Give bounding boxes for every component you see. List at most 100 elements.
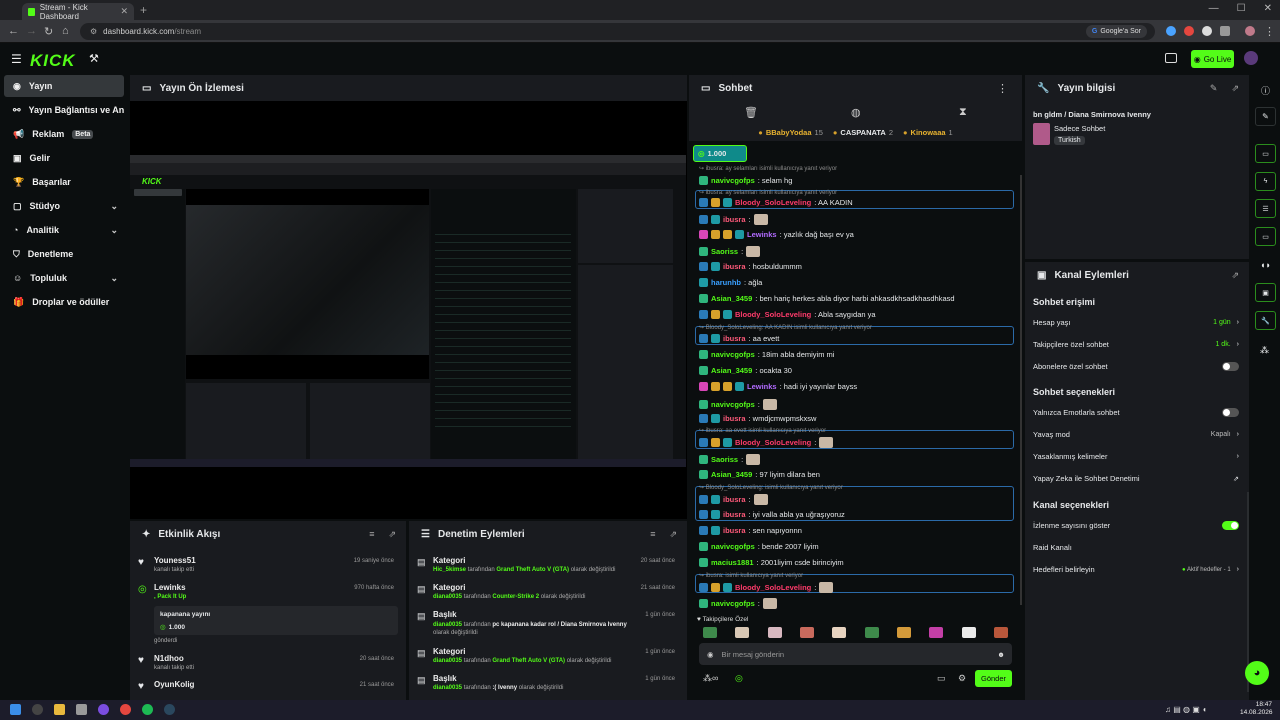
- chat-widget-button[interactable]: ▭: [1255, 227, 1276, 246]
- moderator-name[interactable]: Hic_5kimse: [433, 567, 466, 573]
- emote-tab[interactable]: ♥ Takipçilere Özel: [697, 616, 748, 623]
- chat-username[interactable]: Asian_3459: [711, 294, 752, 303]
- viewer-count-toggle[interactable]: [1222, 521, 1239, 530]
- settings-icon[interactable]: ⚙: [958, 673, 966, 684]
- moderator-name[interactable]: diana0035: [433, 658, 462, 664]
- emote-icon[interactable]: [929, 627, 944, 638]
- chat-username[interactable]: ibusra: [723, 526, 746, 535]
- browser-menu-icon[interactable]: ⋮: [1264, 25, 1275, 38]
- google-ask-button[interactable]: G Google'a Sor: [1085, 25, 1147, 38]
- info-widget-button[interactable]: 🔧: [1255, 311, 1276, 330]
- emote-icon[interactable]: [799, 627, 814, 638]
- chat-username[interactable]: navivcgofps: [711, 176, 755, 185]
- folder-icon[interactable]: [54, 704, 65, 715]
- chat-username[interactable]: Bloody_SoloLeveling: [735, 438, 811, 447]
- edit-widget-button[interactable]: ✎: [1255, 107, 1276, 126]
- profile-avatar[interactable]: [1245, 26, 1255, 36]
- subs-chat-toggle[interactable]: [1222, 362, 1239, 371]
- pinned-kicks-banner[interactable]: ◎ 1.000: [693, 145, 747, 162]
- goals-row[interactable]: Hedefleri belirleyin ● Aktif hedefler - 1…: [1033, 565, 1239, 574]
- gifter-name[interactable]: BBabyYodaa: [766, 128, 812, 137]
- hourglass-icon[interactable]: ⧗: [959, 106, 967, 119]
- emote-icon[interactable]: [864, 627, 879, 638]
- audio-icon[interactable]: ◖◗: [1260, 260, 1271, 270]
- extension-icon[interactable]: [1184, 26, 1194, 36]
- slow-mode-row[interactable]: Yavaş mod Kapalı ›: [1033, 430, 1239, 439]
- hamburger-menu-icon[interactable]: ☰: [11, 52, 22, 66]
- kicks-icon[interactable]: ◎: [735, 673, 743, 684]
- chat-username[interactable]: Lewinks: [747, 230, 777, 239]
- browser-tab[interactable]: Stream - Kick Dashboard ✕: [22, 3, 134, 21]
- info-icon[interactable]: ⓘ: [1261, 84, 1270, 97]
- popout-icon[interactable]: ⇗: [1231, 270, 1239, 281]
- chat-input[interactable]: ◉ Bir mesaj gönderin ☻: [699, 643, 1012, 665]
- chat-username[interactable]: ibusra: [723, 215, 746, 224]
- app-icon[interactable]: [32, 704, 43, 715]
- dashboard-layout-icon[interactable]: [1165, 53, 1177, 63]
- raid-row[interactable]: Raid Kanalı: [1033, 543, 1239, 552]
- user-avatar[interactable]: [1244, 51, 1258, 65]
- sidebar-item-topluluk[interactable]: ☺ Topluluk ⌄: [4, 267, 124, 289]
- emote-icon[interactable]: [896, 627, 911, 638]
- chat-settings-icon[interactable]: ◍: [851, 106, 861, 119]
- sidebar-item-gelir[interactable]: ▣ Gelir: [4, 147, 124, 169]
- chat-username[interactable]: ibusra: [723, 510, 746, 519]
- send-button[interactable]: Gönder: [975, 670, 1012, 687]
- moderator-name[interactable]: diana0035: [433, 594, 462, 600]
- chat-username[interactable]: Bloody_SoloLeveling: [735, 583, 811, 592]
- chat-username[interactable]: macius1881: [711, 558, 754, 567]
- edit-icon[interactable]: ✎: [1210, 83, 1218, 94]
- emoji-icon[interactable]: ☻: [997, 650, 1005, 659]
- chat-username[interactable]: Lewinks: [747, 382, 777, 391]
- puzzle-icon[interactable]: [1220, 26, 1230, 36]
- chat-username[interactable]: ibusra: [723, 262, 746, 271]
- chat-rules-icon[interactable]: ▭: [937, 673, 946, 684]
- chat-username[interactable]: ibusra: [723, 495, 746, 504]
- emote-only-toggle[interactable]: [1222, 408, 1239, 417]
- extension-icon[interactable]: [1166, 26, 1176, 36]
- go-live-button[interactable]: ◉ Go Live: [1191, 50, 1234, 68]
- chat-username[interactable]: Bloody_SoloLeveling: [735, 198, 811, 207]
- sidebar-item-droplar[interactable]: 🎁 Droplar ve ödüller: [4, 291, 124, 313]
- emote-icon[interactable]: [993, 627, 1008, 638]
- emote-icon[interactable]: [832, 627, 847, 638]
- sidebar-item-studyo[interactable]: ▢ Stüdyo ⌄: [4, 195, 124, 217]
- clock[interactable]: 18:47 14.08.2026: [1240, 701, 1273, 717]
- chat-username[interactable]: Saoriss: [711, 247, 738, 256]
- chat-username[interactable]: navivcgofps: [711, 350, 755, 359]
- chat-username[interactable]: navivcgofps: [711, 400, 755, 409]
- chat-username[interactable]: navivcgofps: [711, 542, 755, 551]
- minimize-icon[interactable]: —: [1209, 3, 1219, 14]
- chat-username[interactable]: Asian_3459: [711, 366, 752, 375]
- shield-extension-icon[interactable]: [1202, 26, 1212, 36]
- actions-widget-button[interactable]: ▣: [1255, 283, 1276, 302]
- emote-icon[interactable]: [767, 627, 782, 638]
- chat-scrollbar[interactable]: [1020, 175, 1022, 605]
- trash-icon[interactable]: 🗑: [744, 106, 758, 119]
- moderator-name[interactable]: diana0035: [433, 622, 462, 628]
- url-input[interactable]: ⚙ dashboard.kick.com/stream G Google'a So…: [80, 23, 1155, 40]
- filter-icon[interactable]: ≡: [369, 529, 374, 540]
- discord-icon[interactable]: [98, 704, 109, 715]
- sidebar-item-analitik[interactable]: ◔ Analitik ⌄: [4, 219, 124, 241]
- steam-icon[interactable]: [164, 704, 175, 715]
- sidebar-item-reklam[interactable]: 📢 Reklam Beta: [4, 123, 124, 145]
- home-icon[interactable]: ⌂: [62, 25, 69, 37]
- panel-scrollbar[interactable]: [1247, 492, 1249, 692]
- hammer-icon[interactable]: ⚒: [89, 52, 99, 65]
- stream-category[interactable]: Sadece Sohbet: [1054, 124, 1105, 133]
- preview-widget-button[interactable]: ▭: [1255, 144, 1276, 163]
- chat-username[interactable]: Saoriss: [711, 455, 738, 464]
- back-icon[interactable]: ←: [8, 25, 19, 37]
- new-tab-icon[interactable]: +: [140, 3, 147, 17]
- moderation-widget-button[interactable]: ☰: [1255, 199, 1276, 218]
- ai-moderation-row[interactable]: Yapay Zeka ile Sohbet Denetimi ⇗: [1033, 474, 1239, 483]
- more-options-icon[interactable]: ⋮: [997, 82, 1008, 95]
- gifter-name[interactable]: Kinowaaa: [911, 128, 946, 137]
- chat-username[interactable]: Bloody_SoloLeveling: [735, 310, 811, 319]
- sidebar-item-basarilar[interactable]: 🏆 Başarılar: [4, 171, 124, 193]
- followers-chat-row[interactable]: Takipçilere özel sohbet 1 dk. ›: [1033, 340, 1239, 349]
- reload-icon[interactable]: ↻: [44, 25, 53, 38]
- quick-emote-icon[interactable]: ⁂∞: [703, 673, 718, 684]
- chat-username[interactable]: harunhb: [711, 278, 741, 287]
